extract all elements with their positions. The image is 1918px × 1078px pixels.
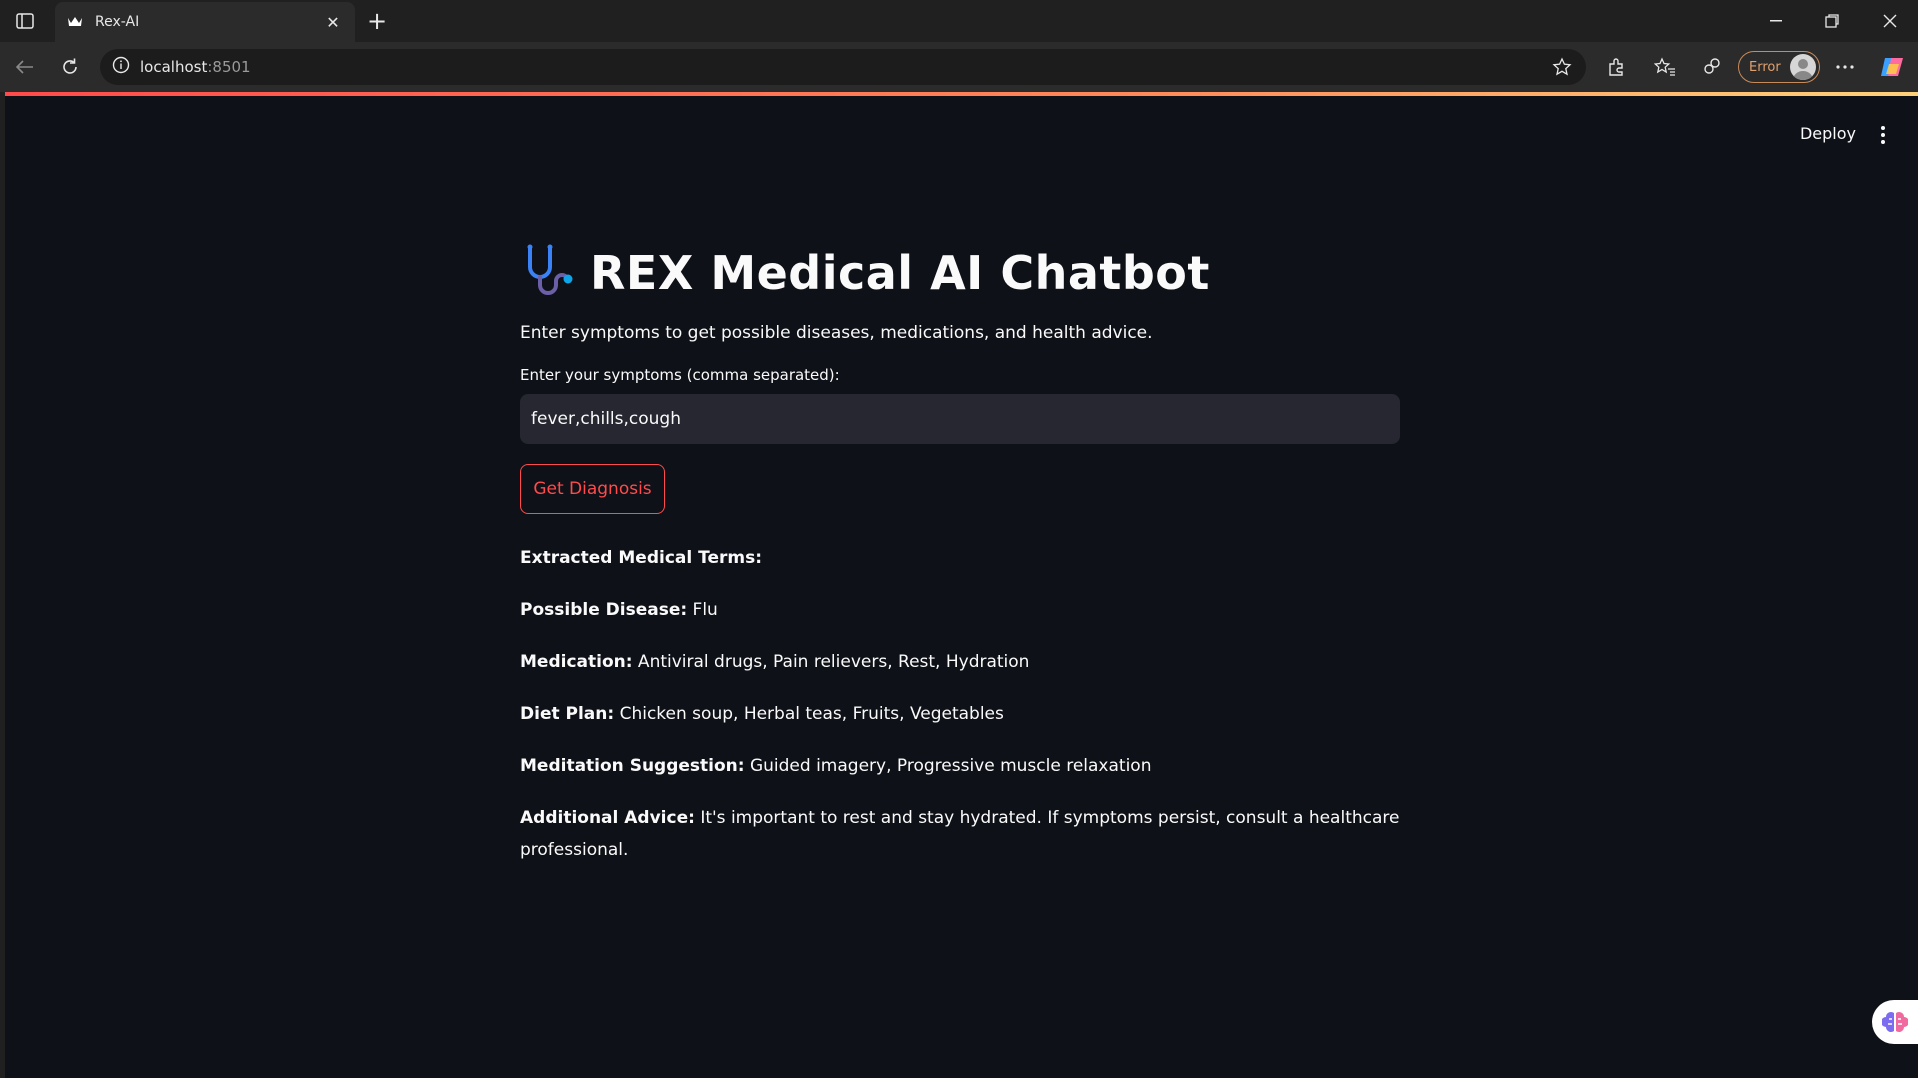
back-icon[interactable] xyxy=(10,52,40,82)
url-host: localhost xyxy=(140,58,208,76)
possible-disease-label: Possible Disease: xyxy=(520,600,688,620)
deploy-button[interactable]: Deploy xyxy=(1800,124,1856,143)
profile-button[interactable]: Error xyxy=(1738,51,1820,83)
diet-plan-value: Chicken soup, Herbal teas, Fruits, Veget… xyxy=(614,704,1004,724)
symptoms-input-label: Enter your symptoms (comma separated): xyxy=(520,366,840,384)
stethoscope-icon xyxy=(520,241,576,305)
favorites-icon[interactable] xyxy=(1650,52,1680,82)
crown-icon xyxy=(67,13,83,32)
sidebar-toggle-icon[interactable] xyxy=(10,9,40,33)
kebab-menu-icon[interactable] xyxy=(1878,124,1888,146)
main-content: REX Medical AI Chatbot Enter symptoms to… xyxy=(520,236,1400,866)
diet-plan-label: Diet Plan: xyxy=(520,704,615,724)
brain-icon[interactable] xyxy=(1872,1000,1918,1044)
meditation-row: Meditation Suggestion: Guided imagery, P… xyxy=(520,750,1400,782)
page-title: REX Medical AI Chatbot xyxy=(590,246,1210,300)
share-icon[interactable] xyxy=(1697,52,1727,82)
close-window-button[interactable] xyxy=(1870,8,1910,34)
browser-toolbar: localhost:8501 Error xyxy=(0,42,1918,92)
profile-status-label: Error xyxy=(1749,59,1781,75)
url-port: :8501 xyxy=(207,58,251,76)
browser-titlebar: Rex-AI ✕ + xyxy=(0,0,1918,42)
get-diagnosis-button[interactable]: Get Diagnosis xyxy=(520,464,665,514)
browser-tab[interactable]: Rex-AI ✕ xyxy=(55,2,355,42)
new-tab-button[interactable]: + xyxy=(362,6,392,36)
address-bar[interactable]: localhost:8501 xyxy=(100,49,1586,85)
extensions-icon[interactable] xyxy=(1601,52,1631,82)
tab-title: Rex-AI xyxy=(95,14,140,30)
possible-disease-row: Possible Disease: Flu xyxy=(520,594,1400,626)
medication-value: Antiviral drugs, Pain relievers, Rest, H… xyxy=(632,652,1030,672)
extracted-terms-label: Extracted Medical Terms: xyxy=(520,548,763,568)
medication-label: Medication: xyxy=(520,652,633,672)
symptoms-input[interactable] xyxy=(531,409,1400,429)
meditation-value: Guided imagery, Progressive muscle relax… xyxy=(744,756,1152,776)
info-icon[interactable] xyxy=(112,56,130,78)
additional-advice-row: Additional Advice: It's important to res… xyxy=(520,802,1400,866)
star-icon[interactable] xyxy=(1550,55,1574,79)
possible-disease-value: Flu xyxy=(687,600,718,620)
avatar xyxy=(1790,54,1816,80)
refresh-icon[interactable] xyxy=(55,52,85,82)
url-text[interactable]: localhost:8501 xyxy=(140,58,251,76)
page-subtitle: Enter symptoms to get possible diseases,… xyxy=(520,323,1153,343)
additional-advice-label: Additional Advice: xyxy=(520,808,695,828)
app-container: Deploy REX Medical AI Chatbot Enter symp… xyxy=(5,96,1918,1078)
extracted-terms-heading: Extracted Medical Terms: xyxy=(520,542,1400,574)
symptoms-input-container[interactable] xyxy=(520,394,1400,444)
diet-plan-row: Diet Plan: Chicken soup, Herbal teas, Fr… xyxy=(520,698,1400,730)
page-header: REX Medical AI Chatbot xyxy=(520,236,1400,310)
minimize-button[interactable] xyxy=(1756,8,1796,34)
restore-button[interactable] xyxy=(1812,8,1852,34)
tab-close-icon[interactable]: ✕ xyxy=(323,13,343,32)
medication-row: Medication: Antiviral drugs, Pain reliev… xyxy=(520,646,1400,678)
copilot-icon[interactable] xyxy=(1877,52,1907,82)
meditation-label: Meditation Suggestion: xyxy=(520,756,745,776)
more-icon[interactable] xyxy=(1830,52,1860,82)
